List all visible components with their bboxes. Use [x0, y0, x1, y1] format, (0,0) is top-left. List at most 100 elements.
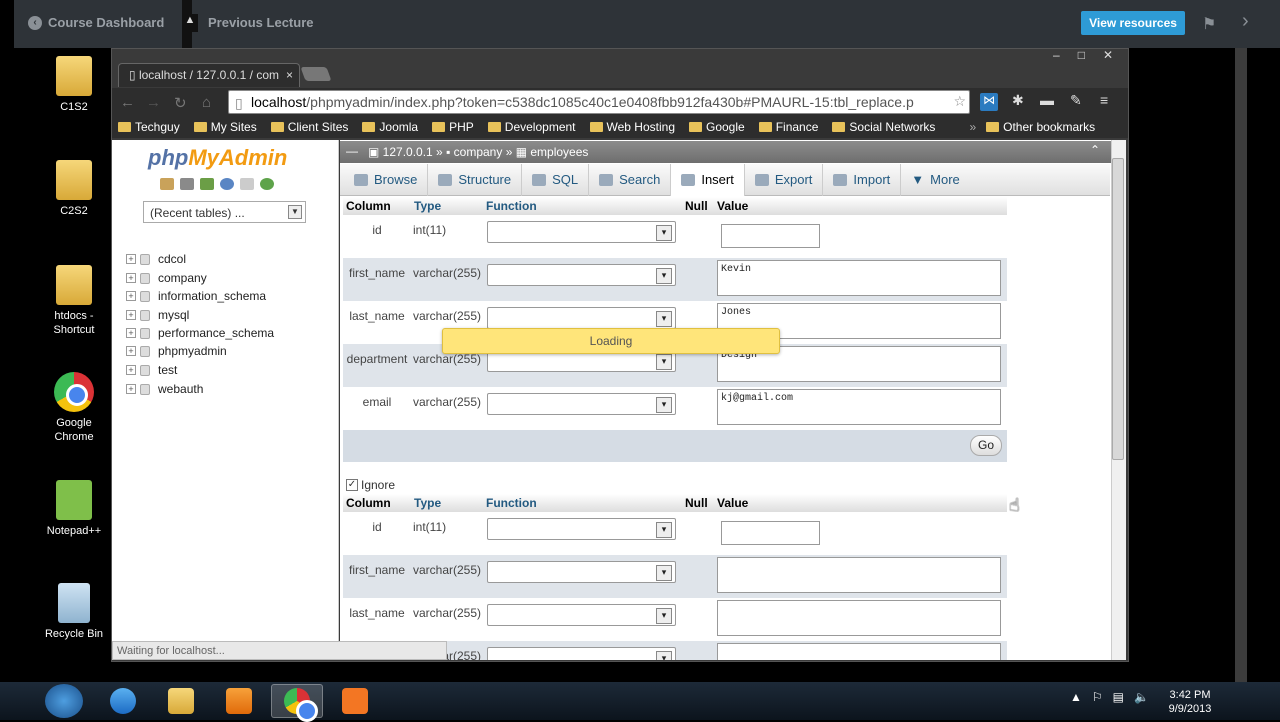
network-icon[interactable]: ▤ — [1113, 690, 1124, 704]
db-item[interactable]: + mysql — [126, 308, 189, 322]
bookmark-item[interactable]: Web Hosting — [589, 120, 675, 134]
function-select[interactable] — [487, 561, 676, 583]
value-textarea[interactable]: Kevin — [717, 260, 1001, 296]
tab-search[interactable]: Search — [589, 163, 672, 196]
browser-tab[interactable]: ▯ localhost / 127.0.0.1 / com × — [118, 63, 300, 87]
docs-icon[interactable] — [240, 178, 254, 190]
volume-icon[interactable]: 🔈 — [1134, 690, 1149, 704]
tab-browse[interactable]: Browse — [344, 163, 429, 196]
expand-icon[interactable]: + — [126, 291, 136, 301]
desktop-icon-htdocs[interactable]: htdocs - Shortcut — [34, 265, 114, 337]
bookmark-item[interactable]: Finance — [758, 120, 818, 134]
desktop-icon-chrome[interactable]: Google Chrome — [34, 372, 114, 444]
forward-arrow-icon[interactable]: → — [146, 94, 161, 111]
tab-more[interactable]: ▼ More — [901, 164, 970, 196]
menu-icon[interactable]: ≡ — [1100, 92, 1108, 108]
value-textarea[interactable] — [717, 600, 1001, 636]
desktop-icon-notepadpp[interactable]: Notepad++ — [34, 480, 114, 538]
value-input[interactable] — [721, 224, 820, 248]
function-select[interactable] — [487, 518, 676, 540]
reload-icon[interactable] — [260, 178, 274, 190]
chevron-up-icon[interactable]: ⌃ — [1090, 143, 1100, 157]
maximize-icon[interactable]: □ — [1078, 48, 1085, 66]
expand-icon[interactable]: + — [126, 273, 136, 283]
go-button[interactable]: Go — [970, 435, 1002, 456]
flag-icon[interactable]: ⚑ — [1202, 14, 1216, 34]
desktop-icon-recycle-bin[interactable]: Recycle Bin — [34, 583, 114, 641]
minimize-icon[interactable]: – — [1053, 48, 1060, 66]
db-item[interactable]: + test — [126, 363, 177, 377]
extension-icon[interactable]: ⋈ — [980, 93, 998, 111]
function-select[interactable] — [487, 307, 676, 329]
tab-sql[interactable]: SQL — [522, 163, 590, 196]
desktop-icon-c1s2[interactable]: C1S2 — [34, 56, 114, 114]
tab-export[interactable]: Export — [745, 163, 824, 196]
db-item[interactable]: + phpmyadmin — [126, 344, 227, 358]
function-select[interactable] — [487, 264, 676, 286]
scrollbar-thumb[interactable] — [1112, 158, 1124, 460]
expand-icon[interactable]: + — [126, 346, 136, 356]
course-dashboard-link[interactable]: ‹ Course Dashboard — [28, 15, 164, 30]
start-button[interactable] — [45, 684, 83, 718]
extension-bar-icon[interactable]: ▬ — [1040, 92, 1054, 108]
bookmark-item[interactable]: My Sites — [193, 120, 257, 134]
taskbar-xampp[interactable] — [329, 684, 381, 718]
taskbar-media-player[interactable] — [213, 684, 265, 718]
breadcrumb-db[interactable]: company — [454, 145, 503, 159]
extension-gear-icon[interactable]: ✱ — [1012, 92, 1024, 109]
bookmark-item[interactable]: Google — [689, 120, 745, 134]
chevron-right-icon[interactable]: › — [1242, 10, 1249, 33]
db-item[interactable]: + performance_schema — [126, 326, 274, 340]
query-window-icon[interactable] — [200, 178, 214, 190]
value-input[interactable] — [721, 521, 820, 545]
back-arrow-icon[interactable]: ← — [120, 94, 135, 111]
chevron-up-icon[interactable]: ▲ — [182, 14, 198, 32]
function-select[interactable] — [487, 393, 676, 415]
pma-logo[interactable]: phpMyAdmin — [148, 145, 287, 171]
taskbar-chrome[interactable] — [271, 684, 323, 722]
previous-lecture-link[interactable]: Previous Lecture — [208, 15, 314, 30]
bookmark-item[interactable]: Joomla — [362, 120, 418, 134]
reload-icon[interactable]: ↻ — [174, 94, 187, 112]
bookmark-item[interactable]: Techguy — [118, 120, 180, 134]
view-resources-button[interactable]: View resources — [1081, 11, 1185, 35]
chevron-double-icon[interactable]: » — [969, 120, 976, 134]
tab-import[interactable]: Import — [823, 163, 902, 196]
db-item[interactable]: + information_schema — [126, 289, 266, 303]
other-bookmarks[interactable]: Other bookmarks — [986, 120, 1095, 134]
value-textarea[interactable] — [717, 643, 1001, 660]
breadcrumb-table[interactable]: employees — [530, 145, 588, 159]
tab-insert[interactable]: Insert — [671, 163, 745, 196]
breadcrumb-server[interactable]: 127.0.0.1 — [383, 145, 433, 159]
expand-icon[interactable]: + — [126, 310, 136, 320]
ignore-checkbox[interactable]: ✓ Ignore — [346, 478, 395, 492]
value-textarea[interactable] — [717, 557, 1001, 593]
expand-icon[interactable]: + — [126, 365, 136, 375]
new-tab-button[interactable] — [300, 67, 332, 81]
wrench-icon[interactable]: ✎ — [1070, 92, 1082, 109]
taskbar-explorer[interactable] — [155, 684, 207, 718]
value-textarea[interactable]: kj@gmail.com — [717, 389, 1001, 425]
logout-icon[interactable] — [180, 178, 194, 190]
col-header-function[interactable]: Function — [486, 199, 537, 213]
flag-icon[interactable]: ⚐ — [1092, 690, 1103, 704]
function-select[interactable] — [487, 604, 676, 626]
taskbar-clock[interactable]: 3:42 PM 9/9/2013 — [1160, 688, 1220, 716]
function-select[interactable] — [487, 221, 676, 243]
db-item[interactable]: + webauth — [126, 382, 203, 396]
col-header-type[interactable]: Type — [414, 199, 441, 213]
expand-icon[interactable]: + — [126, 254, 136, 264]
home-icon[interactable] — [160, 178, 174, 190]
expand-icon[interactable]: + — [126, 328, 136, 338]
function-select[interactable] — [487, 647, 676, 660]
star-icon[interactable]: ☆ — [953, 93, 966, 110]
collapse-icon[interactable]: — — [346, 144, 358, 158]
bookmark-item[interactable]: Client Sites — [270, 120, 348, 134]
bookmark-item[interactable]: Social Networks — [832, 120, 935, 134]
db-item[interactable]: + cdcol — [126, 252, 186, 266]
help-icon[interactable] — [220, 178, 234, 190]
address-bar[interactable]: ▯ localhost/phpmyadmin/index.php?token=c5… — [228, 90, 970, 114]
expand-icon[interactable]: + — [126, 384, 136, 394]
tab-close-icon[interactable]: × — [286, 68, 293, 82]
bookmark-item[interactable]: Development — [487, 120, 576, 134]
